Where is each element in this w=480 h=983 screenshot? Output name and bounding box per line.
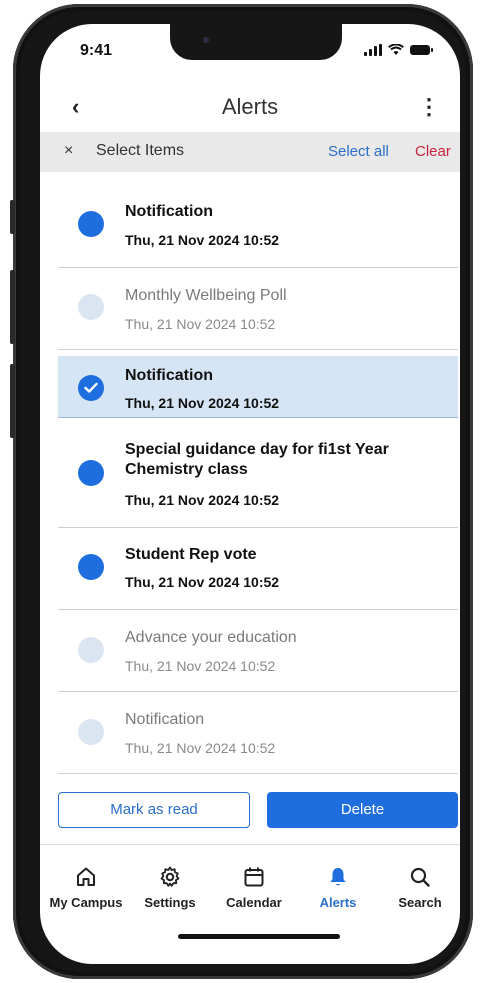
status-dot[interactable]	[78, 554, 104, 580]
alert-time: Thu, 21 Nov 2024 10:52	[125, 316, 276, 332]
alert-title: Notification	[125, 711, 205, 728]
status-dot[interactable]	[78, 719, 104, 745]
alert-time: Thu, 21 Nov 2024 10:52	[125, 574, 280, 590]
tab-label: Search	[398, 895, 442, 910]
alert-title: Special guidance day for fi1st Year Chem…	[125, 441, 389, 478]
alert-time: Thu, 21 Nov 2024 10:52	[125, 740, 276, 756]
battery-icon	[410, 45, 433, 55]
wifi-icon	[388, 44, 404, 55]
tab-calendar[interactable]: Calendar	[214, 865, 294, 910]
search-icon	[410, 867, 430, 887]
side-button	[10, 364, 15, 438]
status-dot[interactable]	[78, 294, 104, 320]
checked-icon[interactable]	[78, 375, 104, 401]
home-icon	[77, 867, 95, 886]
alert-title: Notification	[125, 367, 213, 384]
bottom-tab-bar: My Campus Settings Calendar Alerts Searc…	[40, 844, 460, 964]
alert-title: Monthly Wellbeing Poll	[125, 287, 287, 304]
more-options-icon[interactable]: ⋮	[418, 94, 440, 120]
tab-label: My Campus	[49, 895, 123, 910]
selection-bar: × Select Items Select all Clear	[40, 132, 460, 172]
tab-search[interactable]: Search	[380, 865, 460, 910]
status-icons	[364, 44, 433, 56]
gear-icon	[160, 866, 180, 887]
alert-time: Thu, 21 Nov 2024 10:52	[125, 492, 280, 508]
alert-item[interactable]: Advance your education Thu, 21 Nov 2024 …	[58, 610, 458, 692]
tab-label: Settings	[144, 895, 196, 910]
calendar-icon	[244, 867, 264, 887]
alert-item[interactable]: Notification Thu, 21 Nov 2024 10:52	[58, 692, 458, 774]
page-title: Alerts	[221, 94, 279, 119]
tab-my-campus[interactable]: My Campus	[46, 865, 126, 910]
screen: 9:41 ‹ Alerts ⋮ × Select Items Select al…	[40, 24, 460, 964]
status-time: 9:41	[80, 42, 113, 59]
side-button	[10, 270, 15, 344]
notch	[170, 24, 342, 60]
alert-item[interactable]: Notification Thu, 21 Nov 2024 10:52	[58, 356, 458, 418]
status-dot[interactable]	[78, 211, 104, 237]
home-indicator	[178, 934, 340, 939]
side-button	[10, 200, 15, 234]
bulk-actions: Mark as read Delete	[58, 792, 458, 828]
bell-icon	[330, 868, 346, 886]
mark-as-read-button[interactable]: Mark as read	[58, 792, 250, 828]
alert-item[interactable]: Special guidance day for fi1st Year Chem…	[58, 418, 458, 528]
selection-label: Select Items	[96, 142, 185, 159]
status-dot[interactable]	[78, 637, 104, 663]
alert-time: Thu, 21 Nov 2024 10:52	[125, 658, 276, 674]
select-all-button[interactable]: Select all	[328, 143, 389, 160]
camera	[203, 37, 209, 43]
tab-label: Alerts	[319, 895, 357, 910]
tab-alerts[interactable]: Alerts	[298, 865, 378, 910]
status-dot[interactable]	[78, 460, 104, 486]
alert-time: Thu, 21 Nov 2024 10:52	[125, 232, 280, 248]
tab-label: Calendar	[226, 895, 282, 910]
app-header: ‹ Alerts ⋮	[40, 86, 460, 130]
alert-item[interactable]: Notification Thu, 21 Nov 2024 10:52	[58, 182, 458, 268]
clear-button[interactable]: Clear	[415, 143, 451, 160]
alert-title: Student Rep vote	[125, 546, 257, 563]
alert-title: Notification	[125, 203, 213, 220]
alert-title: Advance your education	[125, 629, 297, 646]
close-selection-icon[interactable]: ×	[64, 142, 73, 160]
delete-button[interactable]: Delete	[267, 792, 458, 828]
signal-icon	[364, 44, 382, 56]
tab-settings[interactable]: Settings	[130, 865, 210, 910]
alert-time: Thu, 21 Nov 2024 10:52	[125, 395, 280, 411]
alert-item[interactable]: Monthly Wellbeing Poll Thu, 21 Nov 2024 …	[58, 268, 458, 350]
alert-item[interactable]: Student Rep vote Thu, 21 Nov 2024 10:52	[58, 528, 458, 610]
